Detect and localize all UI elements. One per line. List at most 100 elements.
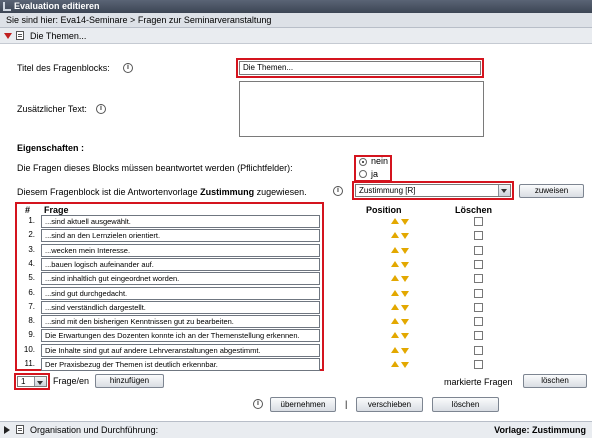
move-up-icon[interactable] [391, 261, 399, 267]
extra-text-area[interactable] [239, 81, 484, 137]
move-up-icon[interactable] [391, 275, 399, 281]
row-number: 9. [28, 330, 35, 339]
question-text-field[interactable]: ...sind aktuell ausgewählt. [41, 215, 320, 228]
document-icon [16, 425, 24, 434]
question-text-field[interactable]: ...sind gut durchgedacht. [41, 287, 320, 300]
question-text-field[interactable]: Die Inhalte sind gut auf andere Lehrvera… [41, 344, 320, 357]
delete-checkbox[interactable] [474, 260, 483, 269]
title-label: Titel des Fragenblocks: [17, 63, 110, 73]
question-text-field[interactable]: ...sind inhaltlich gut eingeordnet worde… [41, 272, 320, 285]
delete-checkbox[interactable] [474, 289, 483, 298]
radio-ja-label: ja [371, 169, 379, 179]
move-up-icon[interactable] [391, 290, 399, 296]
move-down-icon[interactable] [401, 291, 409, 297]
move-down-icon[interactable] [401, 362, 409, 368]
question-text-field[interactable]: ...wecken mein Interesse. [41, 244, 320, 257]
add-questions-button[interactable]: hinzufügen [95, 374, 164, 388]
move-up-icon[interactable] [391, 218, 399, 224]
row-number: 4. [28, 259, 35, 268]
radio-nein-label: nein [371, 156, 389, 166]
delete-button[interactable]: löschen [432, 397, 499, 412]
window-title: Evaluation editieren [14, 1, 100, 11]
info-icon[interactable]: i [333, 186, 343, 196]
row-number: 5. [28, 273, 35, 282]
apply-button[interactable]: übernehmen [270, 397, 336, 412]
row-number: 1. [28, 216, 35, 225]
template-label-name: Zustimmung [200, 187, 255, 197]
row-number: 8. [28, 316, 35, 325]
col-header-delete: Löschen [455, 205, 493, 215]
question-text-field[interactable]: ...sind verständlich dargestellt. [41, 301, 320, 314]
move-up-icon[interactable] [391, 232, 399, 238]
chevron-down-icon[interactable] [498, 185, 510, 196]
info-icon[interactable]: i [123, 63, 133, 73]
chevron-down-icon[interactable] [34, 377, 46, 386]
delete-checkbox[interactable] [474, 346, 483, 355]
question-text-field[interactable]: Die Erwartungen des Dozenten konnte ich … [41, 329, 320, 342]
move-down-icon[interactable] [401, 233, 409, 239]
mandatory-label: Die Fragen dieses Blocks müssen beantwor… [17, 163, 293, 173]
move-down-icon[interactable] [401, 262, 409, 268]
move-down-icon[interactable] [401, 248, 409, 254]
move-up-icon[interactable] [391, 318, 399, 324]
move-up-icon[interactable] [391, 361, 399, 367]
template-select[interactable]: Zustimmung [R] [355, 184, 511, 197]
delete-checkbox[interactable] [474, 217, 483, 226]
move-down-icon[interactable] [401, 333, 409, 339]
question-text-field[interactable]: ...sind mit den bisherigen Kenntnissen g… [41, 315, 320, 328]
delete-checkbox[interactable] [474, 303, 483, 312]
row-number: 6. [28, 288, 35, 297]
delete-checkbox[interactable] [474, 317, 483, 326]
delete-checkbox[interactable] [474, 331, 483, 340]
row-number: 3. [28, 245, 35, 254]
title-input[interactable]: Die Themen... [239, 61, 481, 75]
question-text-field[interactable]: ...sind an den Lernzielen orientiert. [41, 229, 320, 242]
delete-checkbox[interactable] [474, 360, 483, 369]
collapse-triangle-icon[interactable] [4, 33, 12, 39]
window-titlebar: Evaluation editieren [0, 0, 592, 13]
count-select[interactable]: 1 [17, 376, 47, 387]
expand-triangle-icon[interactable] [4, 426, 10, 434]
move-down-icon[interactable] [401, 348, 409, 354]
move-up-icon[interactable] [391, 332, 399, 338]
info-icon[interactable]: i [253, 399, 263, 409]
properties-heading: Eigenschaften : [17, 143, 85, 153]
move-down-icon[interactable] [401, 276, 409, 282]
count-unit-label: Frage/en [53, 376, 90, 386]
app-icon [3, 2, 11, 11]
move-down-icon[interactable] [401, 319, 409, 325]
radio-ja[interactable] [359, 170, 367, 178]
delete-checkbox[interactable] [474, 246, 483, 255]
template-status: Vorlage: Zustimmung [494, 425, 586, 435]
assign-button[interactable]: zuweisen [519, 184, 584, 198]
move-up-icon[interactable] [391, 247, 399, 253]
move-down-icon[interactable] [401, 219, 409, 225]
breadcrumb: Sie sind hier: Eva14-Seminare > Fragen z… [0, 13, 592, 28]
template-label: Diesem Fragenblock ist die Antwortenvorl… [17, 187, 307, 197]
question-text-field[interactable]: ...bauen logisch aufeinander auf. [41, 258, 320, 271]
row-number: 10. [23, 345, 35, 354]
move-down-icon[interactable] [401, 305, 409, 311]
marked-questions-label: markierte Fragen [444, 377, 513, 387]
template-label-suffix: zugewiesen. [256, 187, 307, 197]
move-up-icon[interactable] [391, 304, 399, 310]
collapsed-section-bar[interactable]: Organisation und Durchführung: Vorlage: … [0, 421, 592, 438]
col-header-position: Position [366, 205, 402, 215]
info-icon[interactable]: i [96, 104, 106, 114]
separator: | [345, 399, 348, 409]
delete-marked-button[interactable]: löschen [523, 374, 587, 388]
row-number: 7. [28, 302, 35, 311]
move-button[interactable]: verschieben [356, 397, 423, 412]
radio-nein[interactable] [359, 158, 367, 166]
row-number: 11. [24, 359, 35, 368]
question-text-field[interactable]: Der Praxisbezug der Themen ist deutlich … [41, 358, 320, 371]
document-icon [16, 31, 24, 40]
col-header-num: # [25, 205, 31, 215]
count-select-value: 1 [21, 377, 26, 386]
delete-checkbox[interactable] [474, 231, 483, 240]
extra-text-label: Zusätzlicher Text: [17, 104, 87, 114]
section-header[interactable]: Die Themen... [0, 28, 592, 44]
row-number: 2. [28, 230, 35, 239]
move-up-icon[interactable] [391, 347, 399, 353]
delete-checkbox[interactable] [474, 274, 483, 283]
